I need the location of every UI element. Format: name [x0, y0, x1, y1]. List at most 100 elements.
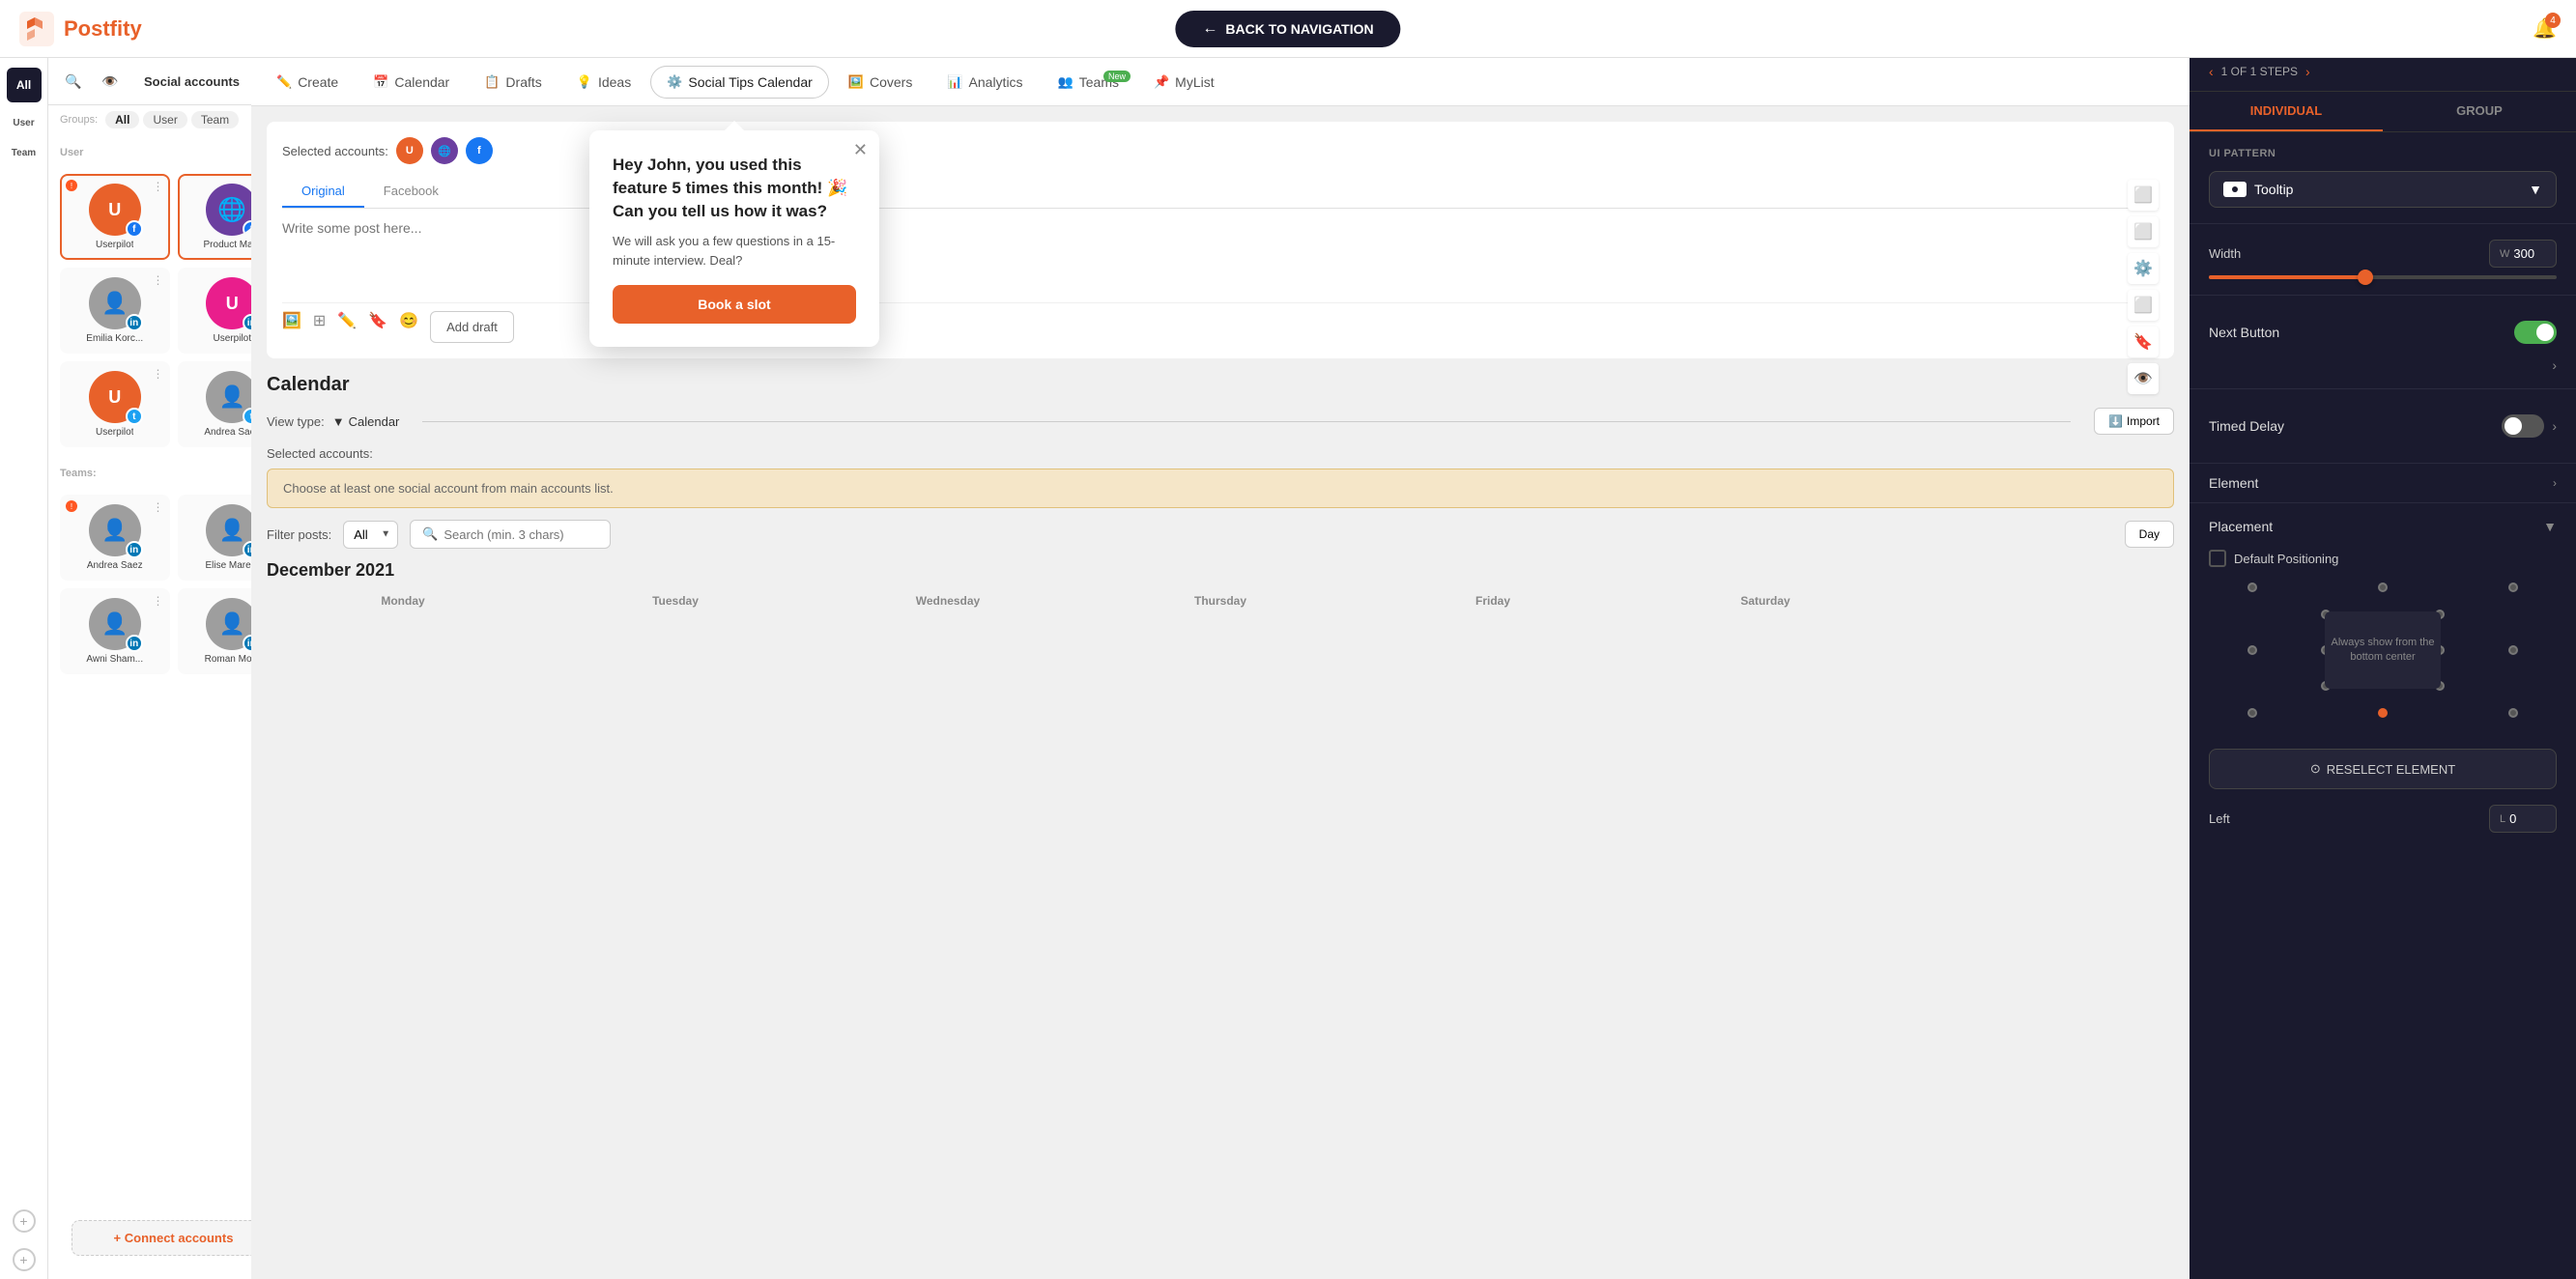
account-more-button[interactable]: ⋮	[153, 594, 164, 608]
nav-item-covers[interactable]: 🖼️ Covers	[833, 67, 929, 98]
placement-dot-bottom-left[interactable]	[2247, 708, 2257, 718]
bookmark-icon[interactable]: 🔖	[368, 311, 387, 343]
placement-dot-top-center[interactable]	[2378, 583, 2388, 592]
eye-button[interactable]: 👁️	[95, 66, 126, 97]
placement-dot-middle-left[interactable]	[2247, 645, 2257, 655]
eye-button[interactable]: 👁️	[2128, 363, 2159, 394]
day-button[interactable]: Day	[2125, 521, 2174, 548]
group-all[interactable]: All	[105, 111, 139, 128]
sidebar-item-team[interactable]: Team	[12, 148, 36, 158]
account-card-userpilot-tw[interactable]: U t Userpilot ⋮	[60, 361, 170, 447]
main-content: Selected accounts: U 🌐 f Original Facebo…	[251, 106, 2190, 1279]
next-button-chevron-icon[interactable]: ›	[2552, 357, 2557, 373]
account-more-button[interactable]: ⋮	[153, 273, 164, 287]
reselect-icon: ⊙	[2310, 761, 2321, 777]
grid-icon[interactable]: ⊞	[313, 311, 326, 343]
default-positioning-checkbox[interactable]	[2209, 550, 2226, 567]
col-friday: Friday	[1357, 594, 1629, 608]
selected-avatar-3: f	[466, 137, 493, 164]
group-user[interactable]: User	[143, 111, 186, 128]
nav-item-analytics[interactable]: 📊 Analytics	[931, 67, 1038, 98]
search-input[interactable]	[444, 527, 598, 542]
group-team[interactable]: Team	[191, 111, 239, 128]
ui-pattern-dropdown[interactable]: Tooltip ▼	[2209, 171, 2557, 208]
add-team-button[interactable]: +	[13, 1248, 36, 1271]
account-card-emilia-li[interactable]: 👤 in Emilia Korc... ⋮	[60, 268, 170, 354]
notification-icon[interactable]: 🔔 4	[2533, 16, 2557, 41]
tooltip-popup: ✕ Hey John, you used this feature 5 time…	[589, 130, 879, 347]
timed-delay-chevron-icon[interactable]: ›	[2552, 418, 2557, 434]
emoji-icon[interactable]: 😊	[399, 311, 418, 343]
left-value: 0	[2509, 811, 2516, 826]
view-type-row: View type: ▼ Calendar ⬇️ Import	[267, 408, 2174, 435]
add-group-button[interactable]: +	[13, 1209, 36, 1233]
post-textarea[interactable]	[282, 220, 2159, 298]
back-navigation-button[interactable]: BACK TO NAVIGATION	[1175, 11, 1400, 47]
left-input[interactable]: L 0	[2489, 805, 2557, 833]
width-input[interactable]: W 300	[2489, 240, 2557, 268]
social-tips-icon: ⚙️	[667, 74, 682, 90]
reselect-element-button[interactable]: ⊙ RESELECT ELEMENT	[2209, 749, 2557, 789]
next-step-button[interactable]: ›	[2305, 64, 2310, 79]
slider-thumb[interactable]	[2358, 270, 2373, 285]
account-card-andrea-li[interactable]: ! 👤 in Andrea Saez ⋮	[60, 495, 170, 581]
next-button-toggle-row: Next Button	[2209, 311, 2557, 354]
placement-header[interactable]: Placement ▼	[2209, 519, 2557, 534]
element-chevron-icon: ›	[2553, 476, 2557, 490]
nav-item-calendar[interactable]: 📅 Calendar	[358, 67, 465, 98]
account-avatar: U f	[89, 184, 141, 236]
duplicate-button[interactable]: ⬜	[2128, 216, 2159, 247]
account-card-userpilot-fb[interactable]: ! U f Userpilot ⋮	[60, 174, 170, 260]
search-button[interactable]: 🔍	[58, 66, 89, 97]
filter-label: Filter posts:	[267, 527, 331, 542]
tooltip-close-button[interactable]: ✕	[853, 140, 868, 160]
nav-item-teams[interactable]: 👥 Teams New	[1043, 67, 1134, 98]
tab-original[interactable]: Original	[282, 176, 364, 208]
timed-delay-toggle[interactable]	[2502, 414, 2544, 438]
selected-accounts-row: Selected accounts: U 🌐 f	[282, 137, 2159, 164]
sidebar-item-user[interactable]: User	[13, 118, 34, 128]
all-button[interactable]: All	[7, 68, 42, 102]
pattern-left: Tooltip	[2223, 182, 2293, 197]
left-row: Left L 0	[2190, 805, 2576, 848]
nav-item-drafts[interactable]: 📋 Drafts	[469, 67, 558, 98]
account-more-button[interactable]: ⋮	[153, 500, 164, 514]
nav-item-create[interactable]: ✏️ Create	[261, 67, 354, 98]
prev-step-button[interactable]: ‹	[2209, 64, 2214, 79]
tab-facebook[interactable]: Facebook	[364, 176, 458, 208]
tab-individual[interactable]: INDIVIDUAL	[2190, 92, 2383, 131]
timed-delay-right: ›	[2502, 414, 2557, 438]
view-type-dropdown[interactable]: ▼ Calendar	[332, 414, 400, 429]
bookmark-button[interactable]: 🔖	[2128, 327, 2159, 357]
all-group-panel: All User Team + +	[0, 58, 48, 1279]
import-button[interactable]: ⬇️ Import	[2094, 408, 2174, 435]
grid-button[interactable]: ⬜	[2128, 290, 2159, 321]
add-draft-button[interactable]: Add draft	[430, 311, 514, 343]
connect-accounts-button[interactable]: + Connect accounts	[72, 1220, 275, 1256]
settings-button[interactable]: ⚙️	[2128, 253, 2159, 284]
edit-icon[interactable]: ✏️	[337, 311, 357, 343]
tab-group[interactable]: GROUP	[2383, 92, 2576, 131]
account-card-awni-li[interactable]: 👤 in Awni Sham... ⋮	[60, 588, 170, 674]
width-section: Width W 300	[2190, 224, 2576, 296]
calendar-section: Calendar View type: ▼ Calendar ⬇️ Import…	[267, 374, 2174, 613]
account-avatar: 👤 in	[89, 598, 141, 650]
book-slot-button[interactable]: Book a slot	[613, 285, 856, 324]
placement-dot-top-right[interactable]	[2508, 583, 2518, 592]
nav-item-ideas[interactable]: 💡 Ideas	[561, 67, 646, 98]
element-expand-row[interactable]: Element ›	[2190, 464, 2576, 503]
nav-item-social-tips[interactable]: ⚙️ Social Tips Calendar	[650, 66, 829, 99]
next-button-toggle[interactable]	[2514, 321, 2557, 344]
placement-dot-top-left[interactable]	[2247, 583, 2257, 592]
warning-indicator: !	[66, 180, 77, 191]
filter-select[interactable]: All	[343, 521, 398, 549]
copy-button[interactable]: ⬜	[2128, 180, 2159, 211]
account-more-button[interactable]: ⋮	[153, 367, 164, 381]
placement-dot-middle-right[interactable]	[2508, 645, 2518, 655]
width-slider[interactable]	[2209, 275, 2557, 279]
placement-dot-bottom-right[interactable]	[2508, 708, 2518, 718]
placement-dot-bottom-center[interactable]	[2378, 708, 2388, 718]
account-more-button[interactable]: ⋮	[153, 180, 164, 193]
nav-item-mylist[interactable]: 📌 MyList	[1138, 67, 1230, 98]
image-icon[interactable]: 🖼️	[282, 311, 301, 343]
